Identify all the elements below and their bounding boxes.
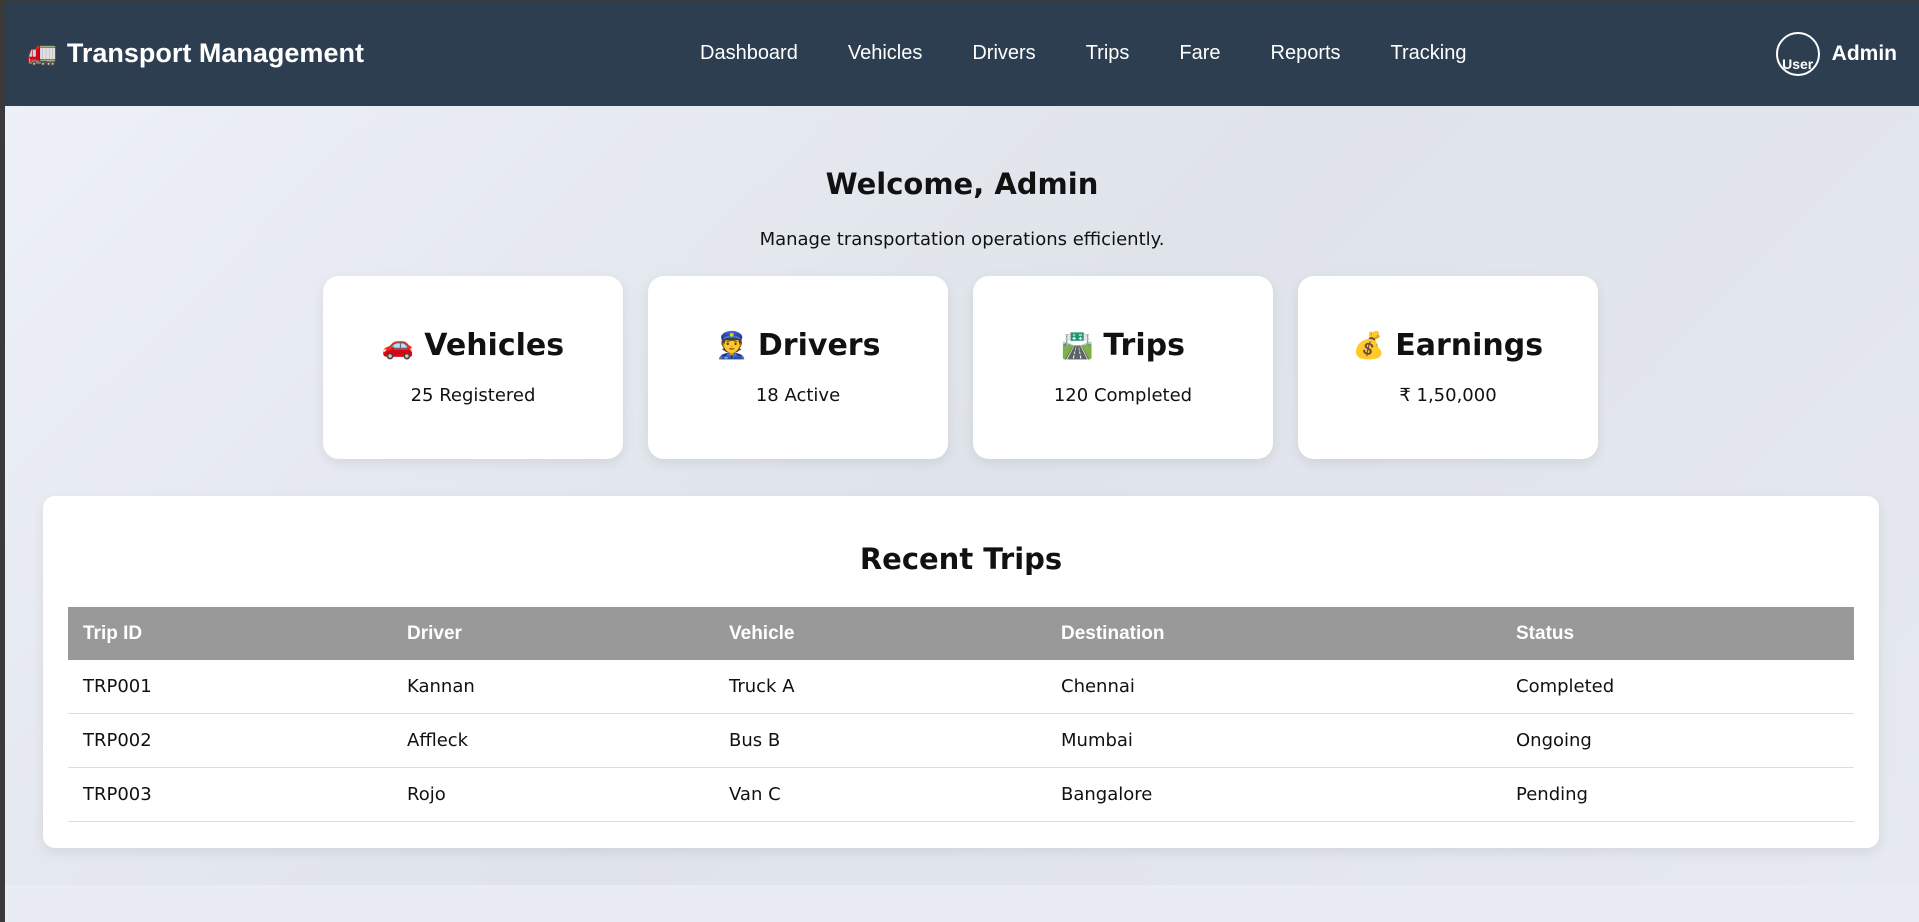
card-vehicles[interactable]: 🚗 Vehicles 25 Registered	[323, 276, 623, 459]
nav-item-vehicles[interactable]: Vehicles	[848, 42, 923, 65]
card-trips[interactable]: 🛣️ Trips 120 Completed	[973, 276, 1273, 459]
nav-item-tracking[interactable]: Tracking	[1391, 42, 1467, 65]
table-cell: TRP002	[68, 713, 392, 768]
stats-cards: 🚗 Vehicles 25 Registered 👮 Drivers 18 Ac…	[323, 276, 1598, 459]
nav-item-trips[interactable]: Trips	[1086, 42, 1130, 65]
user-name: Admin	[1831, 41, 1897, 65]
card-title-text: Vehicles	[424, 328, 565, 363]
user-menu[interactable]: User Admin	[1775, 1, 1897, 106]
card-value: ₹ 1,50,000	[1399, 385, 1497, 406]
card-title: 🚗 Vehicles	[382, 328, 564, 363]
card-title-text: Drivers	[757, 328, 881, 363]
nav-item-fare[interactable]: Fare	[1179, 42, 1220, 65]
table-cell: Truck A	[714, 660, 1046, 714]
top-navbar: 🚛 Transport Management Dashboard Vehicle…	[5, 1, 1919, 106]
table-cell: Kannan	[392, 660, 714, 714]
table-cell: TRP003	[68, 767, 392, 822]
card-value: 25 Registered	[410, 385, 536, 406]
car-icon: 🚗	[381, 330, 415, 361]
brand-name: Transport Management	[66, 38, 364, 68]
column-header[interactable]: Vehicle	[714, 607, 1046, 660]
table-cell: Completed	[1501, 660, 1854, 714]
avatar[interactable]: User	[1775, 31, 1820, 76]
column-header[interactable]: Destination	[1046, 607, 1501, 660]
road-icon: 🛣️	[1061, 330, 1094, 361]
truck-icon: 🚛	[27, 40, 57, 67]
section-title: Recent Trips	[859, 542, 1063, 576]
police-officer-icon: 👮	[715, 330, 748, 361]
table-row[interactable]: TRP001 Kannan Truck A Chennai Completed	[68, 660, 1854, 714]
table-row[interactable]: TRP003 Rojo Van C Bangalore Pending	[68, 767, 1854, 822]
table-cell: TRP001	[68, 660, 392, 714]
table-cell: Ongoing	[1501, 713, 1854, 768]
card-title-text: Earnings	[1395, 328, 1544, 363]
card-value: 120 Completed	[1053, 385, 1193, 406]
table-cell: Pending	[1501, 767, 1854, 822]
page-subtitle: Manage transportation operations efficie…	[759, 229, 1165, 250]
column-header[interactable]: Driver	[392, 607, 714, 660]
table-cell: Affleck	[392, 713, 714, 768]
card-title: 🛣️ Trips	[1061, 328, 1185, 363]
nav-menu: Dashboard Vehicles Drivers Trips Fare Re…	[700, 1, 1467, 106]
table-cell: Rojo	[392, 767, 714, 822]
money-bag-icon: 💰	[1352, 330, 1386, 361]
card-title: 💰 Earnings	[1353, 328, 1543, 363]
table-cell: Bus B	[714, 713, 1046, 768]
table-cell: Bangalore	[1046, 767, 1501, 822]
nav-item-drivers[interactable]: Drivers	[972, 42, 1035, 65]
card-title-text: Trips	[1103, 328, 1185, 363]
card-earnings[interactable]: 💰 Earnings ₹ 1,50,000	[1298, 276, 1598, 459]
nav-item-reports[interactable]: Reports	[1271, 42, 1341, 65]
brand[interactable]: 🚛 Transport Management	[27, 1, 364, 106]
table-row[interactable]: TRP002 Affleck Bus B Mumbai Ongoing	[68, 713, 1854, 768]
avatar-alt-text: User	[1782, 55, 1814, 72]
footer	[5, 885, 1919, 922]
app-window: 🚛 Transport Management Dashboard Vehicle…	[5, 1, 1919, 922]
nav-item-dashboard[interactable]: Dashboard	[700, 42, 798, 65]
column-header[interactable]: Status	[1501, 607, 1854, 660]
table-header-row: Trip ID Driver Vehicle Destination Statu…	[68, 607, 1854, 660]
table-cell: Van C	[714, 767, 1046, 822]
page-title: Welcome, Admin	[825, 167, 1099, 201]
card-drivers[interactable]: 👮 Drivers 18 Active	[648, 276, 948, 459]
recent-trips-table: Trip ID Driver Vehicle Destination Statu…	[68, 607, 1854, 822]
recent-trips-panel: Recent Trips Trip ID Driver Vehicle Dest…	[43, 496, 1879, 848]
card-title: 👮 Drivers	[716, 328, 881, 363]
column-header[interactable]: Trip ID	[68, 607, 392, 660]
card-value: 18 Active	[755, 385, 841, 406]
table-cell: Chennai	[1046, 660, 1501, 714]
table-cell: Mumbai	[1046, 713, 1501, 768]
